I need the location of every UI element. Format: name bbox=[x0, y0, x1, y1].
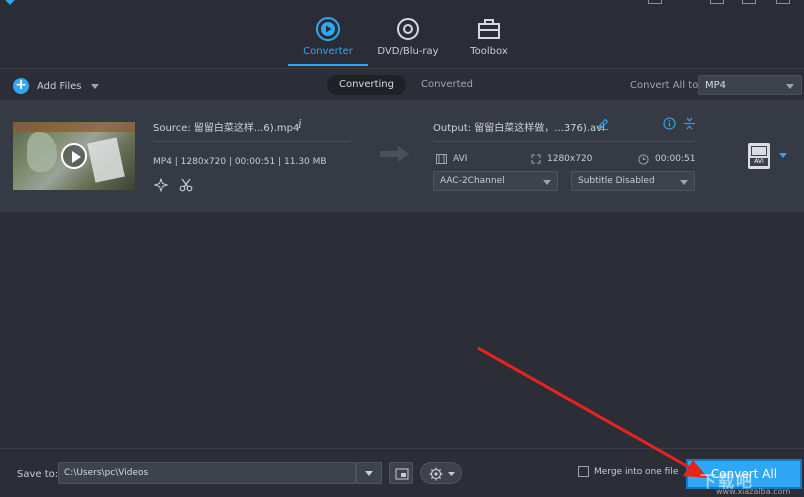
tab-toolbox[interactable]: Toolbox bbox=[447, 14, 531, 66]
audio-track-value: AAC-2Channel bbox=[440, 176, 505, 186]
chevron-down-icon[interactable] bbox=[779, 153, 787, 158]
split-icon[interactable] bbox=[683, 117, 696, 130]
tab-converter[interactable]: Converter bbox=[286, 14, 370, 66]
info-icon[interactable]: i bbox=[298, 117, 302, 131]
clock-icon bbox=[638, 153, 649, 165]
save-path-input[interactable] bbox=[58, 462, 356, 484]
output-resolution-value: 1280x720 bbox=[547, 154, 593, 164]
output-format: AVI bbox=[436, 153, 467, 165]
film-icon bbox=[751, 146, 767, 156]
audio-track-select[interactable]: AAC-2Channel bbox=[433, 171, 558, 191]
top-nav: Converter DVD/Blu-ray Toolbox bbox=[0, 0, 804, 68]
chevron-down-icon[interactable] bbox=[91, 83, 100, 89]
format-badge-label: AVI bbox=[750, 158, 768, 166]
scissors-icon[interactable] bbox=[179, 178, 193, 192]
app-logo-icon bbox=[5, 0, 15, 5]
add-files-button[interactable]: + Add Files bbox=[13, 77, 100, 95]
disc-icon bbox=[397, 18, 419, 40]
settings-button[interactable] bbox=[420, 462, 462, 484]
convert-all-format-select[interactable]: MP4 bbox=[698, 75, 802, 95]
tab-dvd-bluray[interactable]: DVD/Blu-ray bbox=[366, 14, 450, 66]
menu-icon[interactable] bbox=[648, 0, 662, 4]
tab-converted[interactable]: Converted bbox=[414, 75, 480, 95]
info-icon[interactable] bbox=[663, 117, 676, 130]
save-path-dropdown[interactable] bbox=[356, 462, 382, 484]
save-to-label: Save to: bbox=[17, 469, 59, 480]
source-filename: Source: 留留白菜这样...6).mp4 bbox=[153, 123, 300, 134]
tab-converting[interactable]: Converting bbox=[327, 75, 406, 95]
chevron-down-icon bbox=[680, 180, 688, 185]
converter-icon bbox=[316, 17, 340, 41]
tab-toolbox-label: Toolbox bbox=[470, 46, 508, 57]
add-files-label: Add Files bbox=[37, 80, 82, 92]
toolbox-icon bbox=[478, 19, 500, 39]
subtitle-select[interactable]: Subtitle Disabled bbox=[571, 171, 695, 191]
output-format-value: AVI bbox=[453, 154, 468, 164]
edit-icon[interactable] bbox=[597, 118, 609, 130]
folder-icon bbox=[395, 468, 409, 480]
output-duration: 00:00:51 bbox=[638, 153, 695, 165]
source-metadata: MP4 | 1280x720 | 00:00:51 | 11.30 MB bbox=[153, 157, 327, 167]
resize-icon bbox=[531, 154, 541, 164]
output-format-badge[interactable]: AVI bbox=[748, 143, 770, 169]
play-icon[interactable] bbox=[61, 143, 87, 169]
video-thumbnail[interactable] bbox=[13, 122, 135, 190]
tab-converter-label: Converter bbox=[303, 46, 353, 57]
merge-checkbox[interactable]: Merge into one file bbox=[578, 466, 678, 477]
merge-label: Merge into one file bbox=[594, 466, 679, 477]
chevron-down-icon bbox=[786, 84, 794, 89]
gear-icon bbox=[429, 467, 455, 481]
convert-all-format-value: MP4 bbox=[705, 80, 727, 91]
chevron-down-icon bbox=[543, 180, 551, 185]
close-icon[interactable] bbox=[776, 0, 790, 4]
convert-all-to-label: Convert All to: bbox=[630, 80, 702, 91]
divider bbox=[153, 141, 351, 142]
arrow-right-icon bbox=[380, 146, 409, 162]
maximize-icon[interactable] bbox=[742, 0, 756, 4]
plus-icon: + bbox=[13, 78, 29, 94]
toolbar: + Add Files Converting Converted Convert… bbox=[0, 68, 804, 100]
active-tab-indicator bbox=[288, 64, 368, 66]
divider bbox=[433, 141, 695, 142]
tab-dvd-bluray-label: DVD/Blu-ray bbox=[377, 46, 439, 57]
watermark-url: www.xiazaiba.com bbox=[716, 487, 791, 496]
open-folder-button[interactable] bbox=[389, 462, 413, 484]
film-icon bbox=[436, 154, 447, 164]
output-filename: Output: 留留白菜这样做，...376).avi bbox=[433, 123, 605, 134]
file-row: Source: 留留白菜这样...6).mp4 i MP4 | 1280x720… bbox=[0, 100, 804, 212]
subtitle-value: Subtitle Disabled bbox=[578, 176, 655, 186]
output-resolution: 1280x720 bbox=[531, 153, 592, 165]
checkbox[interactable] bbox=[578, 466, 589, 477]
enhance-icon[interactable] bbox=[154, 178, 168, 192]
bottom-bar: Save to: Merge into one file Convert All bbox=[0, 448, 804, 497]
minimize-icon[interactable] bbox=[710, 0, 724, 4]
output-duration-value: 00:00:51 bbox=[655, 154, 696, 164]
